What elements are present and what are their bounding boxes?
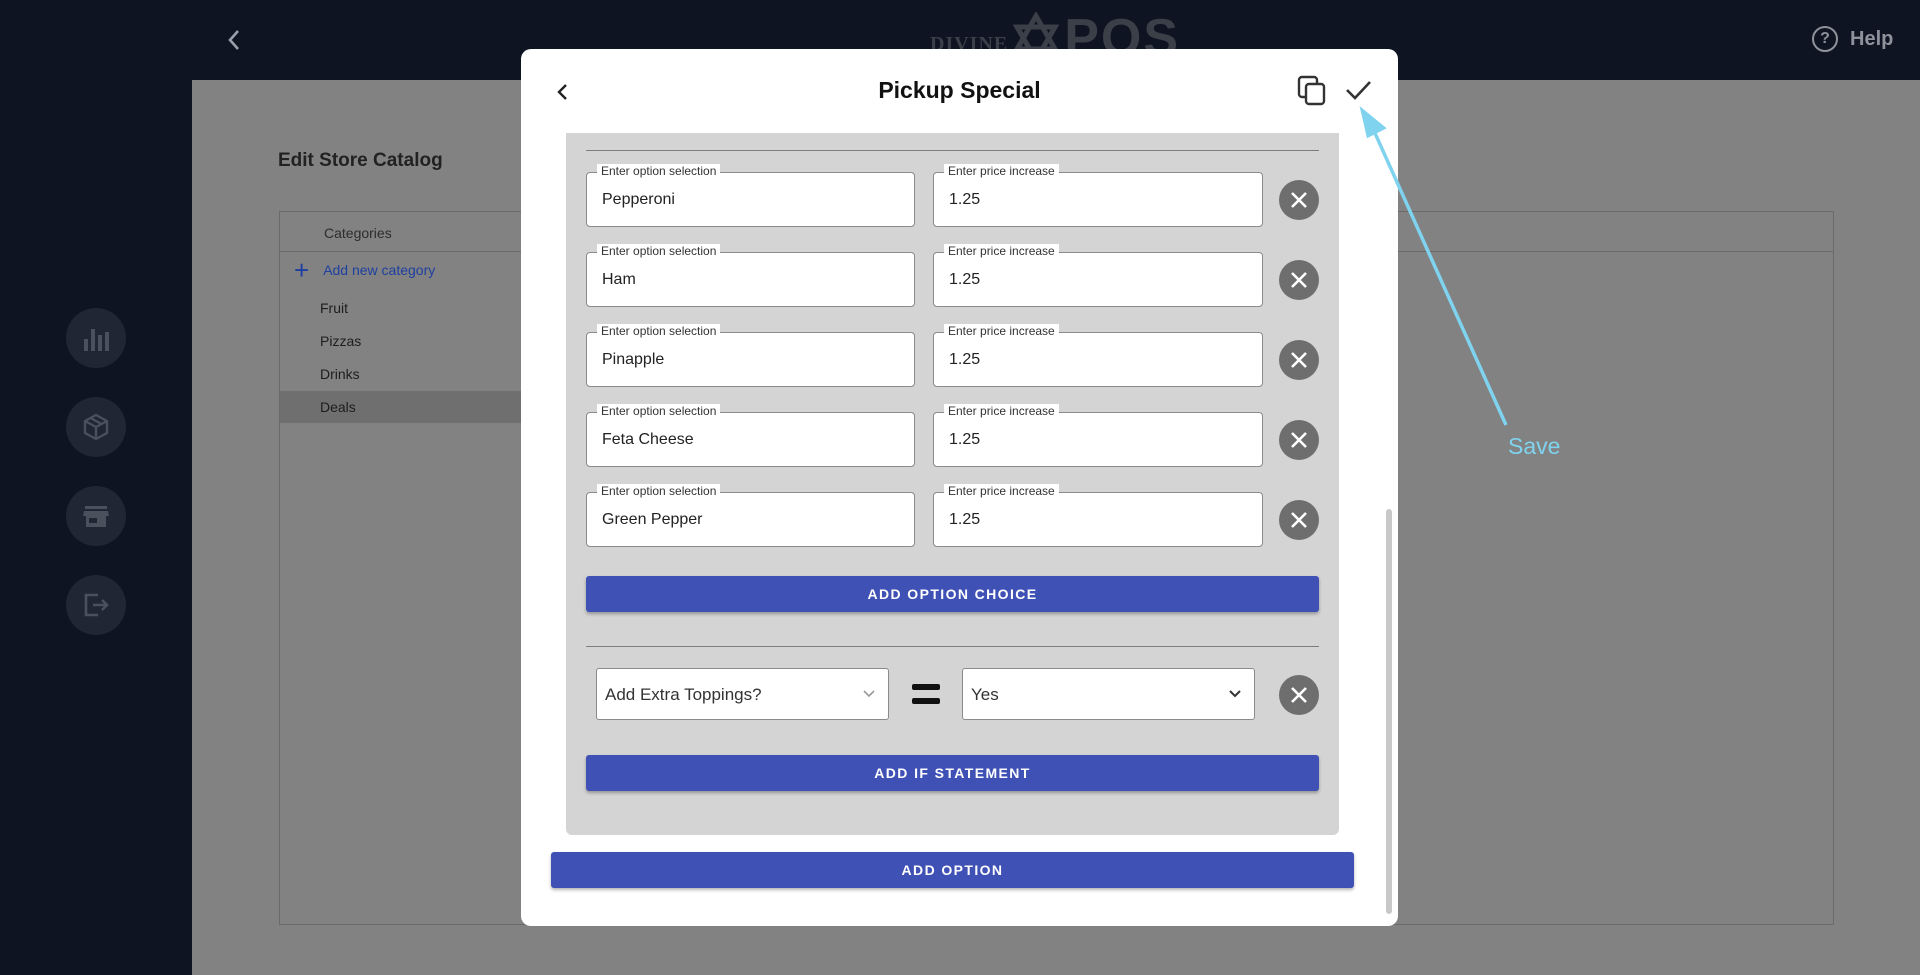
field-label: Enter price increase bbox=[944, 484, 1059, 498]
field-label: Enter option selection bbox=[597, 484, 721, 498]
divider bbox=[586, 150, 1319, 151]
field-label: Enter option selection bbox=[597, 324, 721, 338]
price-increase-input[interactable]: Enter price increase 1.25 bbox=[933, 484, 1263, 547]
field-value: 1.25 bbox=[949, 351, 981, 368]
save-check-icon[interactable] bbox=[1343, 75, 1373, 105]
reports-nav-button[interactable] bbox=[66, 308, 126, 368]
remove-choice-button[interactable] bbox=[1279, 180, 1319, 220]
category-label: Drinks bbox=[320, 366, 360, 382]
chevron-left-icon bbox=[228, 30, 239, 50]
field-label: Enter price increase bbox=[944, 324, 1059, 338]
price-increase-input[interactable]: Enter price increase 1.25 bbox=[933, 244, 1263, 307]
help-label: Help bbox=[1850, 27, 1894, 50]
option-selection-input[interactable]: Enter option selection Ham bbox=[586, 244, 915, 307]
left-rail bbox=[0, 0, 192, 975]
field-label: Enter option selection bbox=[597, 244, 721, 258]
package-icon bbox=[83, 413, 109, 441]
button-label: ADD IF STATEMENT bbox=[874, 765, 1031, 781]
page-title: Edit Store Catalog bbox=[278, 150, 443, 171]
if-condition-option-select[interactable]: Add Extra Toppings? bbox=[596, 668, 889, 720]
field-value: Ham bbox=[602, 271, 636, 288]
price-increase-input[interactable]: Enter price increase 1.25 bbox=[933, 404, 1263, 467]
divider bbox=[586, 646, 1319, 647]
help-button[interactable]: ? Help bbox=[1812, 26, 1893, 52]
bar-chart-icon bbox=[84, 329, 109, 351]
help-circle-icon: ? bbox=[1812, 26, 1838, 52]
select-value: Yes bbox=[971, 685, 999, 704]
add-option-choice-button[interactable]: ADD OPTION CHOICE bbox=[586, 576, 1319, 612]
field-label: Enter option selection bbox=[597, 404, 721, 418]
remove-if-statement-button[interactable] bbox=[1279, 675, 1319, 715]
close-icon bbox=[1291, 687, 1307, 703]
category-item-fruit[interactable]: Fruit bbox=[280, 292, 540, 324]
category-item-pizzas[interactable]: Pizzas bbox=[280, 325, 540, 357]
close-icon bbox=[1291, 272, 1307, 288]
field-value: 1.25 bbox=[949, 511, 981, 528]
option-selection-input[interactable]: Enter option selection Feta Cheese bbox=[586, 404, 915, 467]
remove-choice-button[interactable] bbox=[1279, 500, 1319, 540]
field-value: Pepperoni bbox=[602, 191, 675, 208]
modal-scrollbar[interactable] bbox=[1386, 509, 1392, 914]
equals-icon bbox=[912, 684, 940, 706]
option-selection-input[interactable]: Enter option selection Pepperoni bbox=[586, 164, 915, 227]
catalog-nav-button[interactable] bbox=[66, 397, 126, 457]
add-if-statement-button[interactable]: ADD IF STATEMENT bbox=[586, 755, 1319, 791]
categories-header-label: Categories bbox=[324, 225, 392, 241]
chevron-down-icon bbox=[1229, 690, 1241, 698]
category-label: Deals bbox=[320, 399, 356, 415]
close-icon bbox=[1291, 192, 1307, 208]
option-selection-input[interactable]: Enter option selection Pinapple bbox=[586, 324, 915, 387]
button-label: ADD OPTION bbox=[901, 862, 1004, 878]
store-icon bbox=[83, 506, 109, 527]
store-nav-button[interactable] bbox=[66, 486, 126, 546]
field-label: Enter price increase bbox=[944, 404, 1059, 418]
plus-icon: + bbox=[294, 255, 310, 285]
category-label: Fruit bbox=[320, 300, 348, 316]
option-panel: Enter option selection Pepperoni Enter p… bbox=[566, 133, 1339, 835]
field-value: 1.25 bbox=[949, 191, 981, 208]
price-increase-input[interactable]: Enter price increase 1.25 bbox=[933, 324, 1263, 387]
annotation-label: Save bbox=[1508, 433, 1561, 459]
field-value: Feta Cheese bbox=[602, 431, 694, 448]
field-label: Enter price increase bbox=[944, 244, 1059, 258]
field-value: 1.25 bbox=[949, 271, 981, 288]
field-value: Pinapple bbox=[602, 351, 665, 368]
field-value: Green Pepper bbox=[602, 511, 703, 528]
price-increase-input[interactable]: Enter price increase 1.25 bbox=[933, 164, 1263, 227]
remove-choice-button[interactable] bbox=[1279, 260, 1319, 300]
field-value: 1.25 bbox=[949, 431, 981, 448]
logout-nav-button[interactable] bbox=[66, 575, 126, 635]
remove-choice-button[interactable] bbox=[1279, 340, 1319, 380]
add-category-label: Add new category bbox=[323, 262, 436, 278]
close-icon bbox=[1291, 352, 1307, 368]
category-item-drinks[interactable]: Drinks bbox=[280, 358, 540, 390]
option-selection-input[interactable]: Enter option selection Green Pepper bbox=[586, 484, 915, 547]
if-condition-value-select[interactable]: Yes bbox=[962, 668, 1255, 720]
close-icon bbox=[1291, 512, 1307, 528]
select-value: Add Extra Toppings? bbox=[605, 685, 762, 704]
add-category-button[interactable]: + Add new category bbox=[294, 255, 436, 285]
remove-choice-button[interactable] bbox=[1279, 420, 1319, 460]
chevron-down-icon bbox=[863, 690, 875, 698]
category-item-deals[interactable]: Deals bbox=[280, 391, 540, 423]
logout-icon bbox=[84, 593, 109, 617]
close-icon bbox=[1291, 432, 1307, 448]
copy-icon[interactable] bbox=[1295, 73, 1329, 107]
category-label: Pizzas bbox=[320, 333, 362, 349]
edit-deal-modal: Pickup Special Enter option selection Pe… bbox=[521, 49, 1398, 926]
button-label: ADD OPTION CHOICE bbox=[867, 586, 1038, 602]
field-label: Enter option selection bbox=[597, 164, 721, 178]
modal-title: Pickup Special bbox=[878, 77, 1041, 103]
field-label: Enter price increase bbox=[944, 164, 1059, 178]
add-option-button[interactable]: ADD OPTION bbox=[551, 852, 1354, 888]
back-button[interactable] bbox=[222, 24, 246, 56]
